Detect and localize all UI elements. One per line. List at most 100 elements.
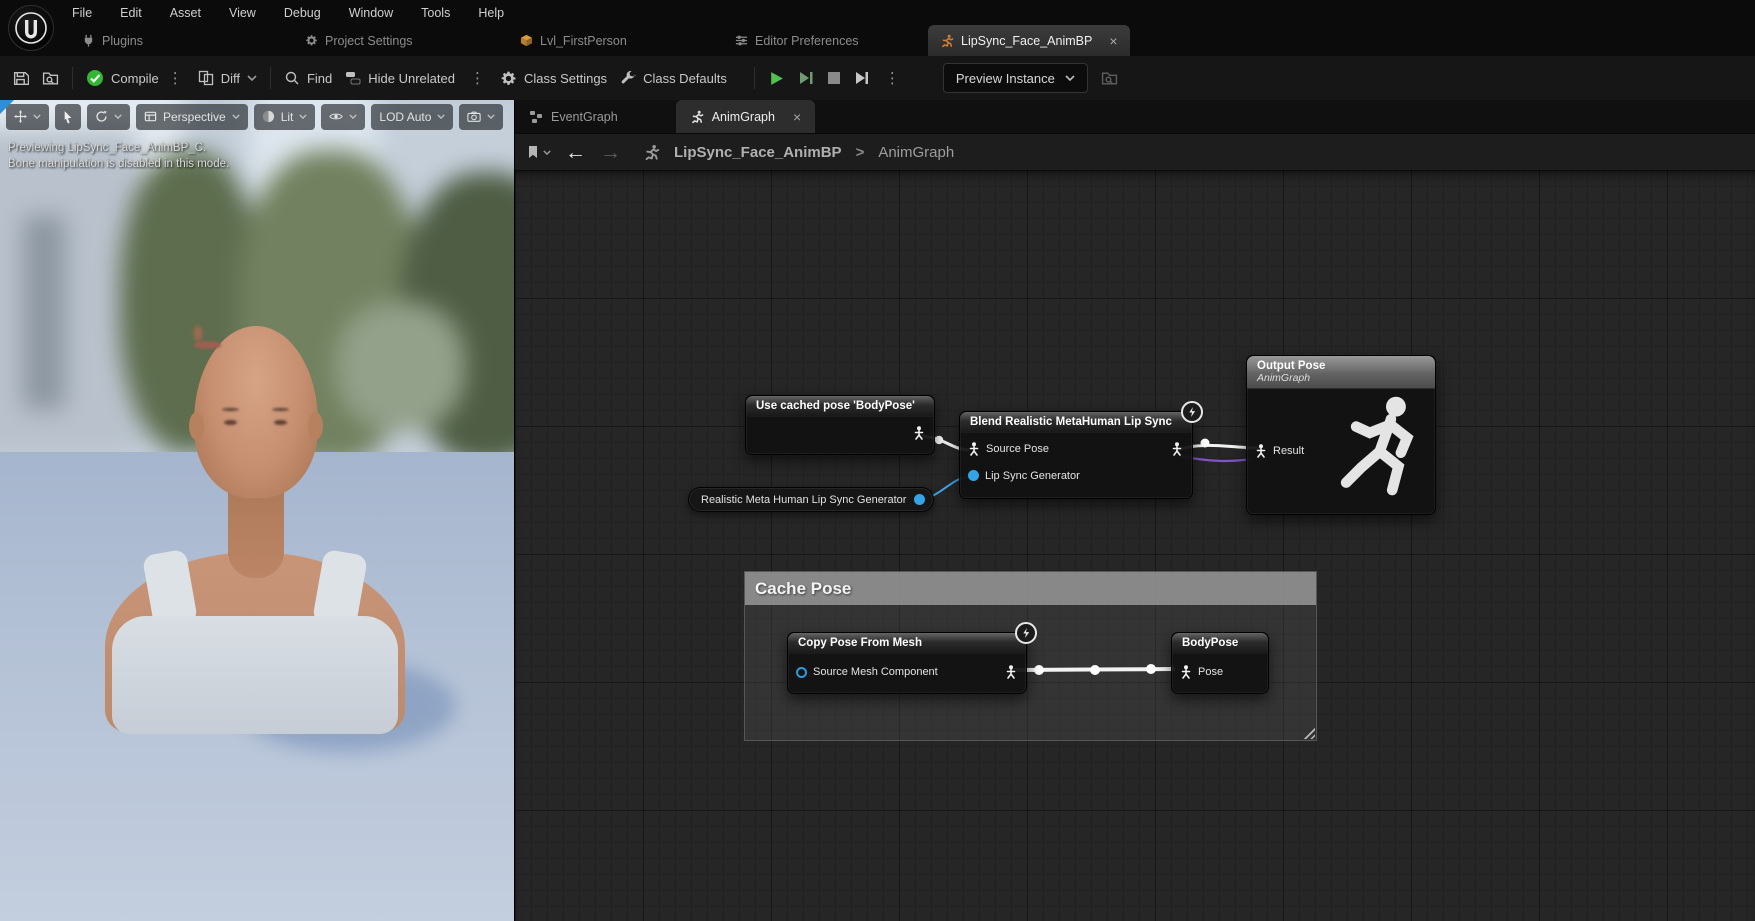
object-input-pin[interactable] (796, 667, 807, 678)
cursor-icon (63, 110, 73, 124)
node-body-pose-cache[interactable]: BodyPose Pose (1171, 632, 1269, 694)
chevron-down-icon (487, 114, 495, 119)
breadcrumb-separator: > (856, 144, 865, 161)
show-flags-dropdown[interactable] (321, 104, 365, 130)
lod-label: LOD Auto (379, 110, 431, 124)
node-title: BodyPose (1182, 637, 1238, 649)
debug-browse-button[interactable] (1101, 70, 1118, 87)
class-defaults-label: Class Defaults (643, 71, 727, 86)
tab-project-settings[interactable]: Project Settings (293, 25, 425, 56)
rotate-tool-button[interactable] (87, 104, 130, 130)
preview-instance-label: Preview Instance (956, 71, 1055, 86)
menu-window[interactable]: Window (349, 6, 393, 20)
tab-plugins[interactable]: Plugins (70, 25, 155, 56)
graph-canvas[interactable]: Cache Pose Use cached pose 'B (515, 170, 1755, 921)
tab-eventgraph[interactable]: EventGraph (515, 100, 632, 133)
level-icon (520, 34, 533, 47)
unreal-logo[interactable] (8, 5, 54, 51)
tanktop (112, 616, 398, 734)
class-defaults-button[interactable]: Class Defaults (620, 70, 727, 86)
compile-options-kebab-icon[interactable]: ⋮ (166, 69, 185, 87)
menu-asset[interactable]: Asset (170, 6, 201, 20)
pose-input-pin[interactable] (1255, 444, 1267, 458)
breadcrumb-root[interactable]: LipSync_Face_AnimBP (674, 144, 842, 161)
bookmark-icon (527, 145, 539, 159)
folder-search-icon (1101, 70, 1118, 87)
stop-button[interactable] (827, 71, 841, 85)
save-button[interactable] (12, 70, 29, 87)
screenshot-dropdown[interactable] (459, 104, 503, 130)
pose-output-pin[interactable] (1171, 442, 1183, 456)
move-icon (14, 110, 27, 123)
pin-label: Source Mesh Component (813, 666, 938, 678)
unreal-editor-window: File Edit Asset View Debug Window Tools … (0, 0, 1755, 921)
perspective-dropdown[interactable]: Perspective (136, 104, 248, 130)
preview-viewport[interactable]: Perspective Lit LOD Auto Preview (0, 100, 514, 921)
compile-button[interactable]: Compile ⋮ (86, 69, 185, 87)
browse-content-button[interactable] (42, 70, 59, 87)
perspective-label: Perspective (163, 110, 226, 124)
transform-tool-button[interactable] (6, 104, 49, 130)
menu-file[interactable]: File (72, 6, 92, 20)
node-header[interactable]: Use cached pose 'BodyPose' (746, 396, 934, 417)
hide-unrelated-button[interactable]: Hide Unrelated (345, 70, 455, 86)
tab-lvl-firstperson[interactable]: Lvl_FirstPerson (508, 25, 639, 56)
comment-resize-handle[interactable] (1301, 725, 1315, 739)
animbp-runner-icon (940, 34, 954, 48)
preview-instance-dropdown[interactable]: Preview Instance (943, 63, 1088, 93)
tab-animgraph[interactable]: AnimGraph × (676, 100, 815, 133)
unreal-u-icon (14, 11, 48, 45)
node-copy-pose-from-mesh[interactable]: Copy Pose From Mesh Source Mesh Componen… (787, 632, 1027, 694)
node-title: Blend Realistic MetaHuman Lip Sync (970, 416, 1172, 428)
pose-input-pin[interactable] (968, 442, 980, 456)
bookmark-dropdown[interactable] (527, 145, 551, 159)
node-lipsync-generator-variable[interactable]: Realistic Meta Human Lip Sync Generator (688, 487, 934, 512)
menu-tools[interactable]: Tools (421, 6, 450, 20)
nose (194, 326, 202, 341)
pose-output-pin[interactable] (1005, 665, 1017, 679)
rotate-icon (95, 110, 108, 123)
pose-output-pin[interactable] (913, 426, 925, 440)
object-input-pin[interactable] (968, 470, 979, 481)
ear (189, 412, 204, 440)
object-output-pin[interactable] (914, 494, 925, 505)
menu-debug[interactable]: Debug (284, 6, 321, 20)
diff-button[interactable]: Diff (198, 70, 257, 86)
tab-label: AnimGraph (712, 110, 775, 124)
play-options-kebab-icon[interactable]: ⋮ (883, 69, 902, 87)
lod-dropdown[interactable]: LOD Auto (371, 104, 453, 130)
forward-button[interactable]: → (600, 142, 621, 163)
advance-button[interactable] (854, 70, 870, 86)
breadcrumb-current[interactable]: AnimGraph (878, 144, 954, 161)
tab-lipsync-face-animbp[interactable]: LipSync_Face_AnimBP × (928, 25, 1130, 56)
play-button[interactable] (768, 70, 785, 87)
node-header[interactable]: Blend Realistic MetaHuman Lip Sync (960, 412, 1192, 433)
node-blend-lipsync[interactable]: Blend Realistic MetaHuman Lip Sync Sourc… (959, 411, 1193, 499)
node-output-pose[interactable]: Output Pose AnimGraph Result (1246, 355, 1436, 515)
node-header[interactable]: BodyPose (1172, 633, 1268, 654)
back-button[interactable]: ← (565, 142, 586, 163)
tab-label: EventGraph (551, 110, 618, 124)
lit-mode-dropdown[interactable]: Lit (254, 104, 316, 130)
frame-skip-button[interactable] (798, 70, 814, 86)
chevron-down-icon (1065, 75, 1075, 81)
menu-edit[interactable]: Edit (120, 6, 142, 20)
tab-label: Lvl_FirstPerson (540, 34, 627, 48)
preview-line-2: Bone manipulation is disabled in this mo… (8, 156, 229, 172)
menu-help[interactable]: Help (478, 6, 504, 20)
menu-view[interactable]: View (229, 6, 256, 20)
find-button[interactable]: Find (284, 70, 332, 86)
node-header[interactable]: Copy Pose From Mesh (788, 633, 1026, 654)
hide-unrelated-options-kebab-icon[interactable]: ⋮ (468, 69, 487, 87)
close-icon[interactable]: × (793, 109, 801, 125)
tab-label: Project Settings (325, 34, 413, 48)
comment-header[interactable]: Cache Pose (745, 572, 1316, 605)
tab-editor-preferences[interactable]: Editor Preferences (723, 25, 871, 56)
node-use-cached-pose[interactable]: Use cached pose 'BodyPose' (745, 395, 935, 455)
close-icon[interactable]: × (1109, 33, 1117, 49)
class-settings-button[interactable]: Class Settings (500, 70, 607, 87)
brow (222, 408, 239, 411)
pose-input-pin[interactable] (1180, 665, 1192, 679)
ear (308, 412, 323, 440)
select-tool-button[interactable] (55, 104, 81, 130)
